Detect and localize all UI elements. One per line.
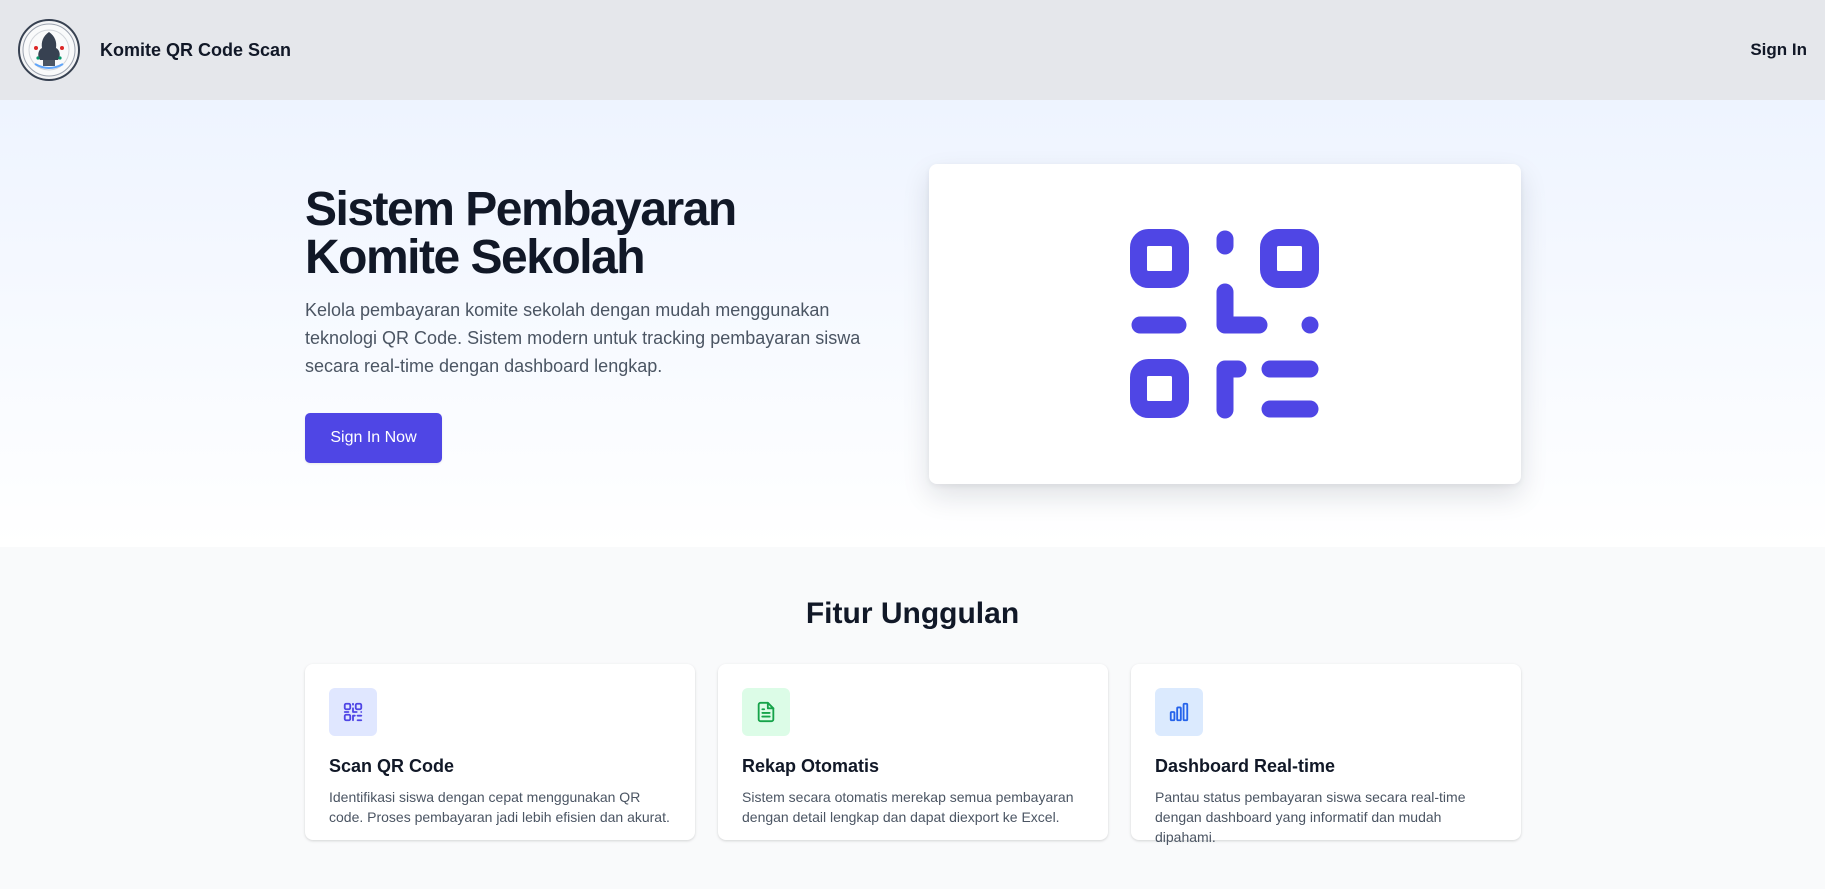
qr-illustration-card [929, 164, 1521, 484]
document-icon [742, 688, 790, 736]
hero-title-line-2: Komite Sekolah [305, 231, 646, 284]
feature-title: Rekap Otomatis [742, 756, 880, 776]
hero-section: Sistem Pembayaran Komite Sekolah Kelola … [0, 100, 1825, 547]
feature-card-scan-qr: Scan QR Code Identifikasi siswa dengan c… [305, 664, 695, 840]
feature-card-dashboard-realtime: Dashboard Real-time Pantau status pembay… [1131, 664, 1521, 845]
app-title: Komite QR Code Scan [100, 39, 292, 60]
hero-title: Sistem Pembayaran Komite Sekolah [305, 186, 865, 282]
feature-description: Pantau status pembayaran siswa secara re… [1155, 789, 1466, 845]
nav-sign-in-link[interactable]: Sign In [1750, 40, 1807, 60]
hero-description: Kelola pembayaran komite sekolah dengan … [305, 300, 861, 376]
features-section-title: Fitur Unggulan [805, 597, 1020, 630]
qr-scan-icon [329, 688, 377, 736]
feature-description: Identifikasi siswa dengan cepat mengguna… [329, 789, 670, 825]
school-emblem-logo[interactable] [18, 19, 80, 81]
feature-title: Dashboard Real-time [1155, 756, 1336, 776]
feature-title: Scan QR Code [329, 756, 455, 776]
top-navbar: Komite QR Code Scan Sign In [0, 0, 1825, 100]
school-emblem-icon [22, 23, 76, 77]
features-section: Fitur Unggulan Scan QR Code Identifikasi… [0, 547, 1825, 889]
feature-description: Sistem secara otomatis merekap semua pem… [742, 789, 1074, 825]
hero-title-line-1: Sistem Pembayaran [305, 183, 737, 236]
bar-chart-icon [1155, 688, 1203, 736]
sign-in-now-button[interactable]: Sign In Now [305, 413, 442, 463]
feature-card-rekap-otomatis: Rekap Otomatis Sistem secara otomatis me… [718, 664, 1108, 840]
qr-code-icon [1130, 229, 1319, 419]
